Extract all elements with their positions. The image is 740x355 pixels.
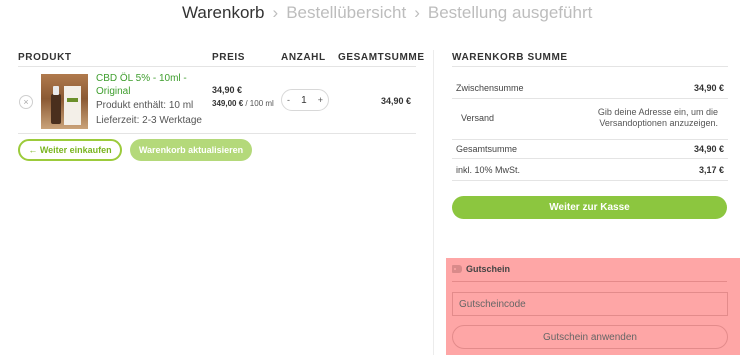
continue-shopping-button[interactable]: ← Weiter einkaufen [18, 139, 122, 161]
breadcrumb: Warenkorb › Bestellübersicht › Bestellun… [182, 3, 592, 23]
breadcrumb-step-cart: Warenkorb [182, 3, 265, 22]
line-total: 34,90 € [381, 96, 412, 106]
product-name-link[interactable]: CBD ÖL 5% - 10ml - Original [96, 72, 196, 98]
product-delivery-time: Lieferzeit: 2-3 Werktage [96, 115, 202, 126]
tag-icon [452, 265, 462, 273]
unit-price: 349,00 € / 100 ml [212, 99, 278, 109]
column-header-quantity: ANZAHL [281, 52, 326, 63]
column-header-price: PREIS [212, 52, 246, 63]
total-value: 34,90 € [693, 144, 724, 154]
subtotal-label: Zwischensumme [456, 83, 524, 93]
tax-label: inkl. 10% MwSt. [456, 165, 521, 175]
summary-divider [452, 139, 728, 140]
chevron-right-icon: › [414, 3, 420, 22]
total-label: Gesamtsumme [456, 144, 518, 154]
coupon-divider [452, 281, 727, 282]
table-row-divider [18, 133, 416, 134]
quantity-increase-button[interactable]: + [318, 95, 323, 105]
remove-item-button[interactable]: × [19, 95, 33, 109]
update-cart-button[interactable]: Warenkorb aktualisieren [130, 139, 252, 161]
proceed-to-checkout-button[interactable]: Weiter zur Kasse [452, 196, 727, 219]
coupon-title: Gutschein [452, 264, 510, 274]
summary-divider [452, 180, 728, 181]
quantity-decrease-button[interactable]: - [287, 95, 290, 105]
tax-value: 3,17 € [698, 165, 724, 175]
coupon-title-text: Gutschein [466, 264, 511, 274]
coupon-code-input[interactable] [452, 292, 728, 316]
apply-coupon-button[interactable]: Gutschein anwenden [452, 325, 728, 349]
breadcrumb-step-done: Bestellung ausgeführt [427, 3, 593, 22]
product-image[interactable] [41, 74, 88, 129]
cart-totals-title: WARENKORB SUMME [452, 52, 568, 63]
product-content: Produkt enthält: 10 ml [96, 100, 194, 111]
unit-price-value: 349,00 € [212, 99, 244, 108]
shipping-label: Versand [461, 113, 495, 123]
summary-divider [452, 98, 728, 99]
table-header-divider [18, 66, 416, 67]
column-header-product: PRODUKT [18, 52, 72, 63]
unit-price-suffix: / 100 ml [243, 99, 274, 108]
quantity-stepper: - 1 + [281, 89, 329, 111]
shipping-note: Gib deine Adresse ein, um die Versandopt… [597, 107, 718, 128]
breadcrumb-step-overview: Bestellübersicht [286, 3, 407, 22]
subtotal-value: 34,90 € [693, 83, 724, 93]
column-divider [433, 50, 434, 355]
column-header-total: GESAMTSUMME [338, 52, 425, 63]
summary-title-divider [452, 66, 728, 67]
chevron-right-icon: › [272, 3, 279, 22]
summary-divider [452, 158, 728, 159]
product-price: 34,90 € [212, 85, 243, 95]
quantity-input[interactable]: 1 [301, 95, 307, 106]
